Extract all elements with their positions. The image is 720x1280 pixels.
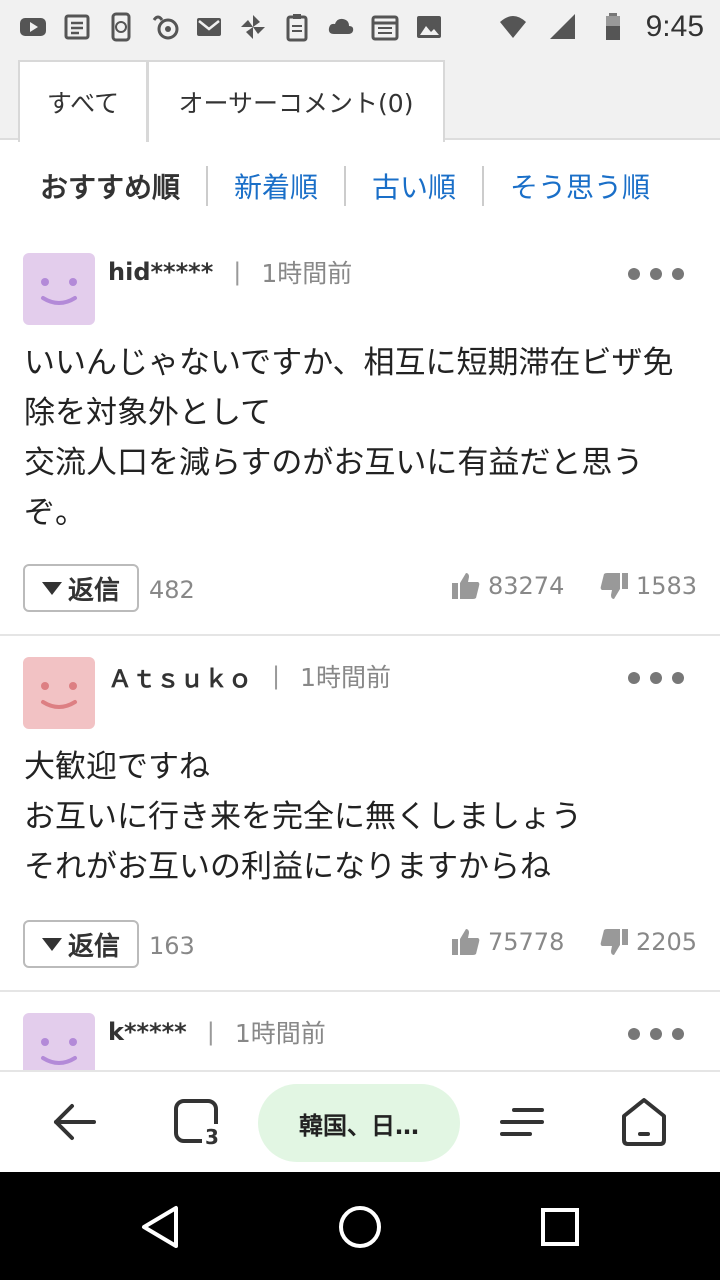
- disagree-button[interactable]: 1583: [598, 570, 697, 602]
- avatar[interactable]: [23, 657, 95, 729]
- sort-recommended[interactable]: おすすめ順: [14, 166, 209, 206]
- more-options-icon[interactable]: [628, 666, 684, 690]
- comment-body: 大歓迎ですね お互いに行き来を完全に無くしましょう それがお互いの利益になります…: [24, 749, 582, 885]
- sort-oldest[interactable]: 古い順: [346, 166, 485, 206]
- youtube-icon: [16, 10, 50, 44]
- gmail-icon: [192, 10, 226, 44]
- avatar[interactable]: [23, 1013, 95, 1070]
- cloud-icon: [324, 10, 358, 44]
- agree-count: 75778: [488, 928, 565, 956]
- back-arrow-icon[interactable]: [46, 1094, 102, 1150]
- notification-icons: [16, 10, 446, 44]
- squirrel-icon: [148, 10, 182, 44]
- reply-count: 163: [149, 932, 195, 960]
- thumbs-up-icon: [452, 929, 480, 955]
- agree-button[interactable]: 83274: [450, 570, 564, 602]
- thumbs-down-icon: [600, 573, 628, 599]
- system-navigation-bar: [0, 1172, 720, 1280]
- menu-icon[interactable]: [494, 1094, 550, 1150]
- reply-button[interactable]: 返信: [23, 920, 139, 968]
- timestamp: 1時間前: [261, 259, 353, 288]
- news-icon: [60, 10, 94, 44]
- tabs-button[interactable]: 3: [170, 1094, 226, 1150]
- reply-label: 返信: [67, 931, 120, 962]
- system-back-icon[interactable]: [136, 1202, 186, 1252]
- caret-down-icon: [41, 937, 62, 951]
- timestamp: 1時間前: [234, 1019, 326, 1048]
- tab-author-comments[interactable]: オーサーコメント(0): [147, 60, 445, 142]
- comment-item: hid***** | 1時間前 いいんじゃないですか、相互に短期滞在ビザ免除を対…: [0, 232, 720, 636]
- system-home-icon[interactable]: [335, 1202, 385, 1252]
- reply-label: 返信: [67, 575, 120, 606]
- sort-bar: おすすめ順 新着順 古い順 そう思う順: [0, 140, 720, 232]
- thumbs-down-icon: [600, 929, 628, 955]
- thumbs-up-icon: [452, 573, 480, 599]
- current-page-pill[interactable]: 韓国、日…: [258, 1084, 460, 1162]
- comment-header: hid***** | 1時間前: [108, 254, 352, 290]
- image-icon: [412, 10, 446, 44]
- divider: |: [233, 258, 242, 286]
- wifi-icon: [496, 10, 530, 44]
- comment-header: Ａｔｓｕｋｏ | 1時間前: [108, 658, 391, 694]
- clock: 9:45: [645, 10, 704, 43]
- home-icon[interactable]: [616, 1094, 672, 1150]
- timestamp: 1時間前: [300, 663, 391, 692]
- disagree-button[interactable]: 2205: [598, 926, 697, 958]
- browser-bottom-bar: 3 韓国、日…: [0, 1070, 720, 1172]
- comment-header: k***** | 1時間前: [108, 1014, 326, 1050]
- pinwheel-icon: [236, 10, 270, 44]
- tab-all[interactable]: すべて: [18, 60, 148, 142]
- divider: |: [272, 662, 281, 690]
- comment-item: Ａｔｓｕｋｏ | 1時間前 大歓迎ですね お互いに行き来を完全に無くしましょう …: [0, 636, 720, 992]
- system-recents-icon[interactable]: [535, 1202, 585, 1252]
- phone-sync-icon: [104, 10, 138, 44]
- signal-icon: [546, 10, 580, 44]
- sort-agree[interactable]: そう思う順: [484, 166, 676, 206]
- comment-tabs: すべて オーサーコメント(0): [0, 54, 720, 142]
- username[interactable]: hid*****: [108, 258, 213, 286]
- clipboard-icon: [280, 10, 314, 44]
- status-bar: 9:45: [0, 0, 720, 54]
- avatar[interactable]: [23, 253, 95, 325]
- calendar-icon: [368, 10, 402, 44]
- disagree-count: 2205: [636, 928, 698, 956]
- comment-item: k***** | 1時間前: [0, 992, 720, 1070]
- divider: |: [206, 1018, 215, 1046]
- comment-body: いいんじゃないですか、相互に短期滞在ビザ免除を対象外として 交流人口を減らすのが…: [24, 345, 674, 531]
- sort-newest[interactable]: 新着順: [208, 166, 347, 206]
- caret-down-icon: [41, 581, 62, 595]
- more-options-icon[interactable]: [628, 262, 684, 286]
- tab-count: 3: [205, 1125, 219, 1148]
- username[interactable]: Ａｔｓｕｋｏ: [108, 659, 252, 694]
- disagree-count: 1583: [636, 572, 698, 600]
- reply-count: 482: [149, 576, 195, 604]
- reply-button[interactable]: 返信: [23, 564, 139, 612]
- agree-count: 83274: [488, 572, 565, 600]
- more-options-icon[interactable]: [628, 1022, 684, 1046]
- username[interactable]: k*****: [108, 1018, 187, 1046]
- battery-icon: [596, 10, 630, 44]
- agree-button[interactable]: 75778: [450, 926, 564, 958]
